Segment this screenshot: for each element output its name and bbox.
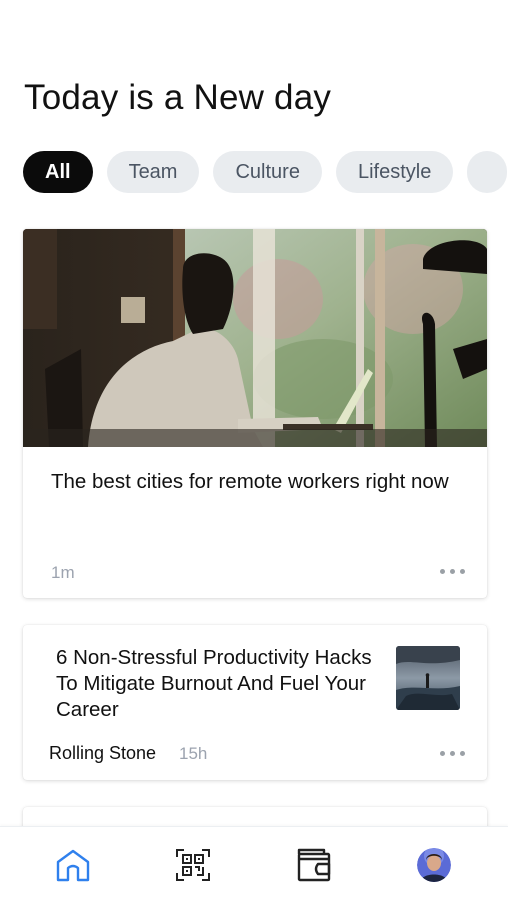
chip-all[interactable]: All — [23, 151, 93, 193]
more-options-icon[interactable] — [440, 569, 465, 574]
news-feed-screen: Today is a New day All Team Culture Life… — [0, 0, 508, 900]
wallet-icon[interactable] — [294, 845, 334, 885]
chip-team[interactable]: Team — [106, 151, 200, 193]
article-card[interactable]: 6 Non-Stressful Productivity Hacks To Mi… — [23, 625, 487, 780]
article-time: 15h — [179, 744, 208, 763]
home-icon[interactable] — [53, 845, 93, 885]
featured-article-time: 1m — [51, 563, 75, 582]
article-source: Rolling Stone — [49, 743, 157, 763]
page-title: Today is a New day — [24, 78, 332, 117]
filter-chips: All Team Culture Lifestyle — [23, 151, 508, 193]
profile-avatar[interactable] — [414, 845, 454, 885]
bottom-navigation — [0, 826, 508, 900]
chip-next-partial[interactable] — [467, 151, 508, 193]
chip-lifestyle[interactable]: Lifestyle — [335, 151, 454, 193]
featured-article-title[interactable]: The best cities for remote workers right… — [51, 469, 451, 495]
qr-scan-icon[interactable] — [173, 845, 213, 885]
featured-article-card[interactable]: The best cities for remote workers right… — [23, 229, 487, 598]
featured-article-image — [23, 229, 487, 447]
article-thumbnail — [396, 646, 460, 710]
more-options-icon[interactable] — [440, 751, 465, 756]
article-title[interactable]: 6 Non-Stressful Productivity Hacks To Mi… — [56, 645, 396, 723]
chip-culture[interactable]: Culture — [213, 151, 322, 193]
